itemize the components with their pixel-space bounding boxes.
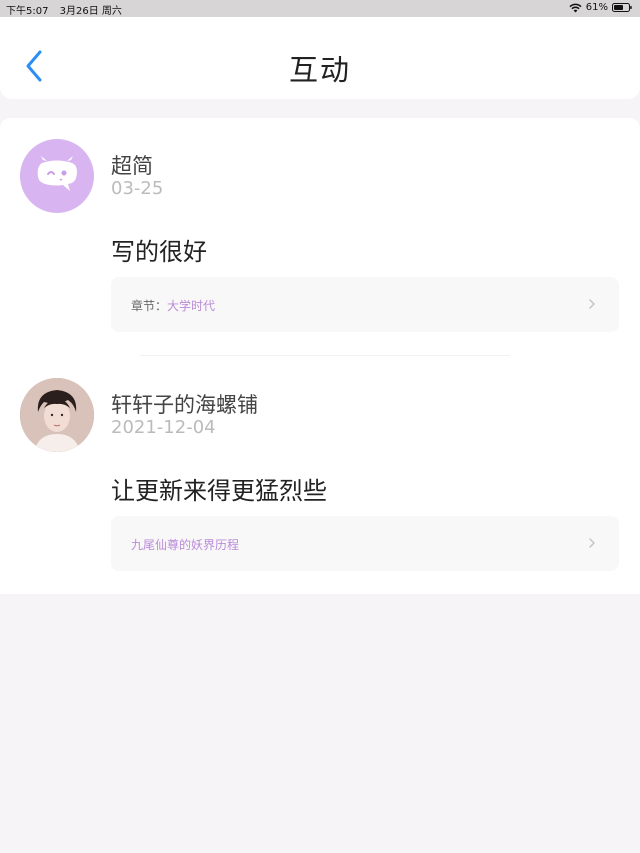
status-date: 3月26日 周六 (59, 6, 122, 17)
comment-date: 03-25 (111, 178, 164, 199)
item-divider (140, 355, 510, 356)
status-time: 下午5:07 (6, 6, 49, 17)
chat-bubble-icon (37, 156, 77, 191)
nav-header: 互动 (0, 17, 640, 99)
status-right: 61% (569, 2, 632, 13)
book-reference-card[interactable]: 九尾仙尊的妖界历程 (111, 516, 619, 571)
comment-text: 写的很好 (111, 238, 207, 266)
status-left: 下午5:07 3月26日 周六 (6, 2, 130, 17)
username[interactable]: 轩轩子的海螺铺 (111, 389, 258, 419)
battery-icon (612, 3, 632, 12)
reference-title: 九尾仙尊的妖界历程 (131, 538, 240, 552)
username[interactable]: 超简 (111, 150, 153, 180)
user-photo-avatar[interactable] (20, 378, 94, 452)
reference-text: 九尾仙尊的妖界历程 (131, 536, 239, 553)
status-bar: 下午5:07 3月26日 周六 61% (0, 0, 640, 17)
chapter-reference-card[interactable]: 章节：大学时代 (111, 277, 619, 332)
chevron-right-icon (589, 299, 595, 309)
reference-title: 大学时代 (167, 299, 216, 313)
battery-percent: 61% (585, 2, 608, 13)
page-title: 互动 (288, 53, 351, 87)
chat-bubble-avatar[interactable] (20, 139, 94, 213)
comment-date: 2021-12-04 (111, 417, 216, 438)
comment-text: 让更新来得更猛烈些 (111, 477, 327, 505)
chevron-right-icon (589, 538, 595, 548)
wifi-icon (569, 3, 582, 12)
interaction-list: 超简 03-25 写的很好 章节：大学时代 轩轩子的海螺铺 2021-12-04… (0, 118, 640, 594)
person-photo-icon (20, 378, 94, 452)
reference-prefix: 章节： (131, 299, 168, 313)
reference-text: 章节：大学时代 (131, 297, 215, 314)
